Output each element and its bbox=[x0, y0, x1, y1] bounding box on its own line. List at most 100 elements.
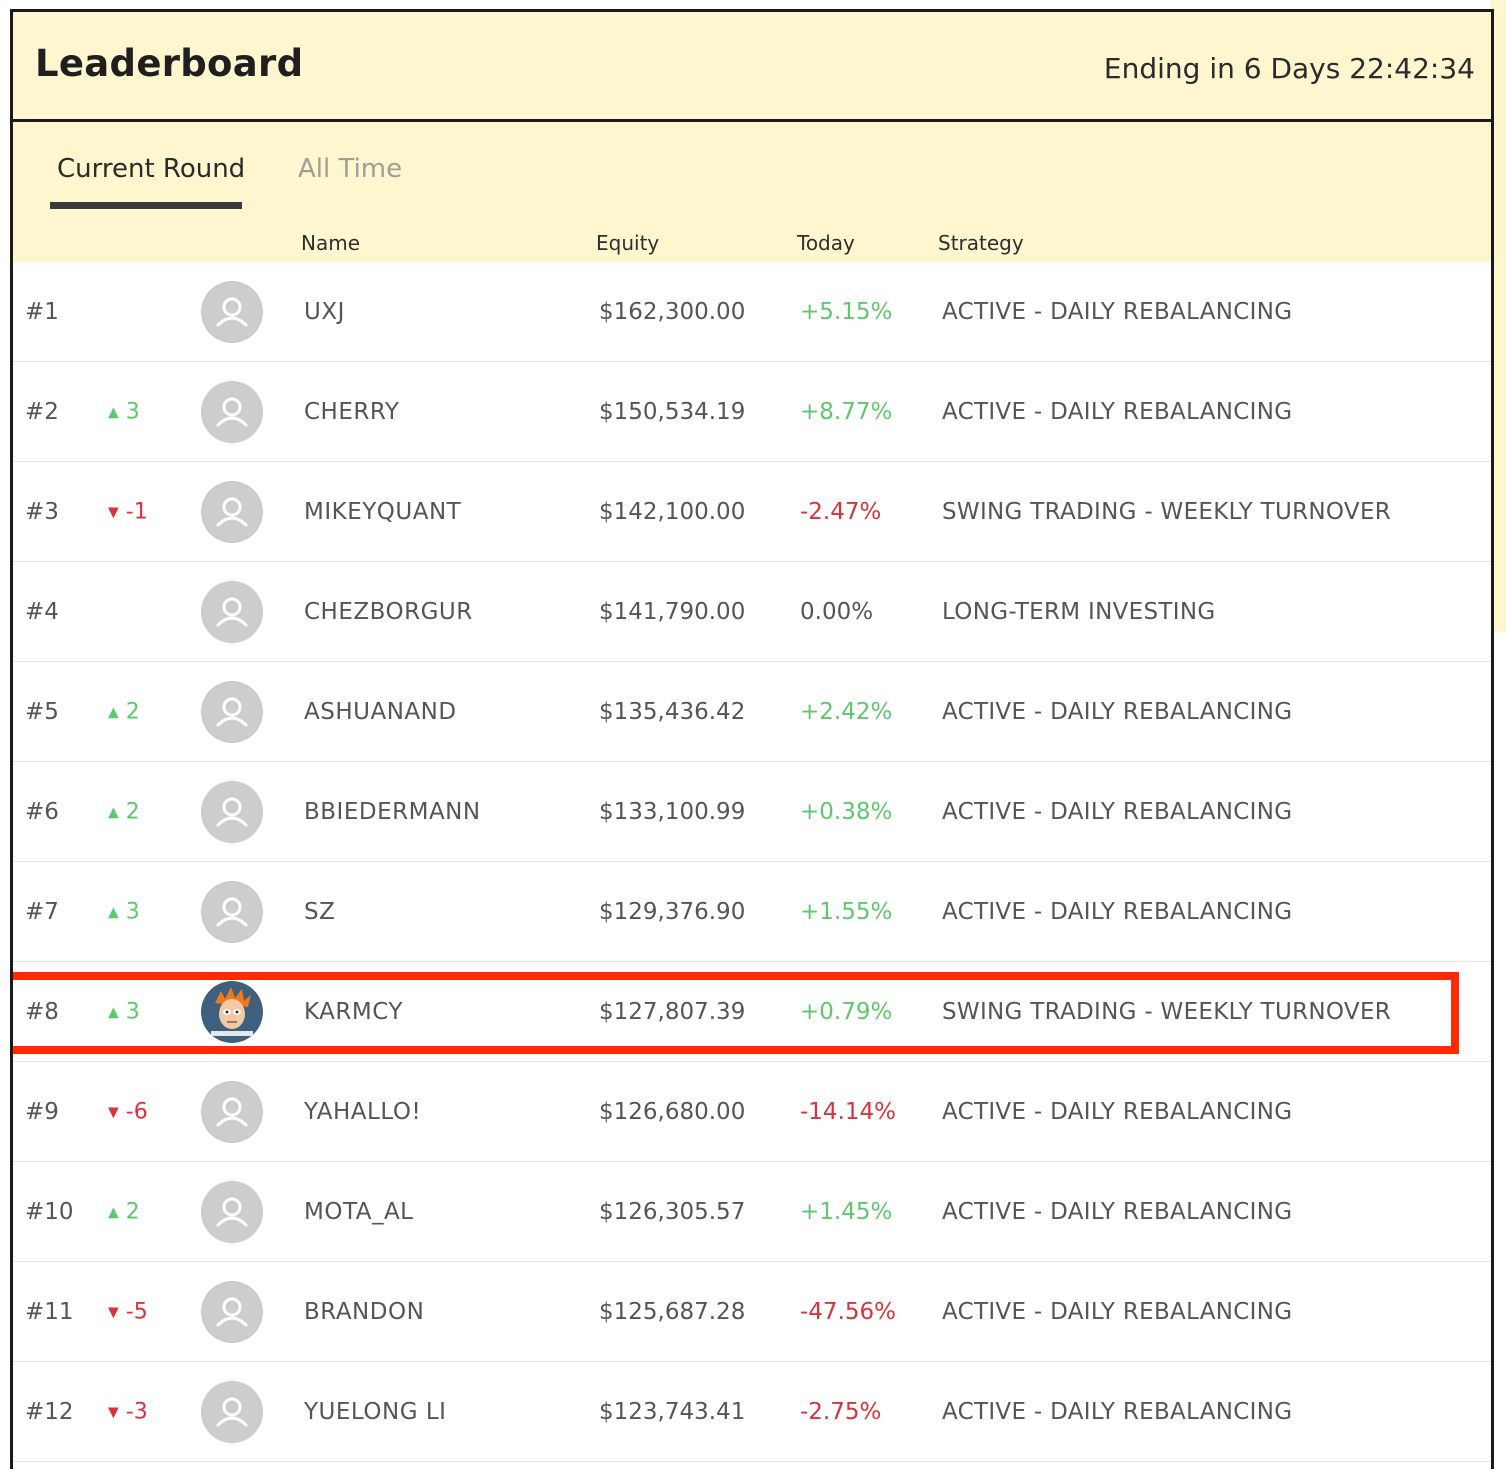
rank-label: #5 bbox=[25, 698, 59, 725]
equity-value: $150,534.19 bbox=[599, 398, 746, 425]
equity-value: $127,807.39 bbox=[599, 998, 746, 1025]
default-user-icon[interactable] bbox=[201, 680, 263, 743]
equity-value: $123,743.41 bbox=[599, 1398, 746, 1425]
rank-label: #8 bbox=[25, 998, 59, 1025]
player-name[interactable]: BBIEDERMANN bbox=[304, 799, 481, 825]
caret-up-icon: ▲ bbox=[108, 1204, 119, 1220]
table-row[interactable]: #8 ▲ 3 KARMCY $127,807.39 +0.79% SWING TRADING… bbox=[13, 962, 1491, 1062]
rank-change-value: -1 bbox=[125, 499, 148, 524]
strategy-label: ACTIVE - DAILY REBALANCING bbox=[942, 1298, 1293, 1325]
table-row[interactable]: #2 ▲ 3 CHERRY $150,534.19 +8.77% ACTIVE - DAIL… bbox=[13, 362, 1491, 462]
player-name[interactable]: SZ bbox=[304, 899, 335, 925]
table-row[interactable]: #5 ▲ 2 ASHUANAND $135,436.42 +2.42% ACTIVE - D… bbox=[13, 662, 1491, 762]
player-name[interactable]: CHERRY bbox=[304, 399, 399, 425]
table-row[interactable]: #3 ▼ -1 MIKEYQUANT $142,100.00 -2.47% SWING TR… bbox=[13, 462, 1491, 562]
tabs-and-column-headers: Current Round All Time Name Equity Today… bbox=[13, 122, 1491, 262]
table-row[interactable]: #11 ▼ -5 BRANDON $125,687.28 -47.56% ACTIVE - … bbox=[13, 1262, 1491, 1362]
today-change: +0.79% bbox=[800, 998, 893, 1025]
rank-change: ▲ 2 bbox=[108, 1199, 140, 1224]
today-change: +2.42% bbox=[800, 698, 893, 725]
rank-label: #6 bbox=[25, 798, 59, 825]
equity-value: $162,300.00 bbox=[599, 298, 746, 325]
today-change: 0.00% bbox=[800, 598, 874, 625]
player-name[interactable]: BRANDON bbox=[304, 1299, 424, 1325]
default-user-icon[interactable] bbox=[201, 1180, 263, 1243]
column-header-equity[interactable]: Equity bbox=[596, 231, 659, 255]
rank-change-value: 3 bbox=[125, 399, 140, 424]
table-row[interactable]: #10 ▲ 2 MOTA_AL $126,305.57 +1.45% ACTIVE - DA… bbox=[13, 1162, 1491, 1262]
player-name[interactable]: ASHUANAND bbox=[304, 699, 457, 725]
leaderboard-header: Leaderboard Ending in 6 Days 22:42:34 bbox=[13, 12, 1491, 122]
player-name[interactable]: YUELONG LI bbox=[304, 1399, 446, 1425]
rank-change: ▼ -6 bbox=[108, 1099, 148, 1124]
leaderboard-panel: Leaderboard Ending in 6 Days 22:42:34 Cu… bbox=[10, 9, 1494, 1469]
default-user-icon[interactable] bbox=[201, 1380, 263, 1443]
rank-change: ▲ 3 bbox=[108, 999, 140, 1024]
table-row[interactable]: #1 UXJ $162,300.00 +5.15% ACTIVE - DAILY REB… bbox=[13, 262, 1491, 362]
caret-up-icon: ▲ bbox=[108, 904, 119, 920]
strategy-label: SWING TRADING - WEEKLY TURNOVER bbox=[942, 998, 1392, 1025]
today-change: -2.47% bbox=[800, 498, 882, 525]
rank-change: ▲ 3 bbox=[108, 399, 140, 424]
default-user-icon[interactable] bbox=[201, 280, 263, 343]
default-user-icon[interactable] bbox=[201, 580, 263, 643]
player-name[interactable]: YAHALLO! bbox=[304, 1099, 421, 1125]
caret-down-icon: ▼ bbox=[108, 504, 119, 520]
rank-change-value: -3 bbox=[125, 1399, 148, 1424]
rank-label: #10 bbox=[25, 1198, 74, 1225]
default-user-icon[interactable] bbox=[201, 780, 263, 843]
user-avatar[interactable] bbox=[201, 980, 263, 1043]
rank-change: ▼ -3 bbox=[108, 1399, 148, 1424]
today-change: -2.75% bbox=[800, 1398, 882, 1425]
equity-value: $126,680.00 bbox=[599, 1098, 746, 1125]
rank-change: ▲ 2 bbox=[108, 699, 140, 724]
tab-current-round[interactable]: Current Round bbox=[57, 154, 245, 184]
equity-value: $129,376.90 bbox=[599, 898, 746, 925]
today-change: -14.14% bbox=[800, 1098, 896, 1125]
strategy-label: ACTIVE - DAILY REBALANCING bbox=[942, 898, 1293, 925]
default-user-icon[interactable] bbox=[201, 480, 263, 543]
player-name[interactable]: CHEZBORGUR bbox=[304, 599, 473, 625]
equity-value: $125,687.28 bbox=[599, 1298, 746, 1325]
rank-label: #1 bbox=[25, 298, 59, 325]
rank-change: ▲ 3 bbox=[108, 899, 140, 924]
rank-change-value: -6 bbox=[125, 1099, 148, 1124]
default-user-icon[interactable] bbox=[201, 1280, 263, 1343]
default-user-icon[interactable] bbox=[201, 380, 263, 443]
active-tab-indicator bbox=[50, 202, 242, 209]
rank-change-value: 3 bbox=[125, 899, 140, 924]
player-name[interactable]: UXJ bbox=[304, 299, 345, 325]
caret-down-icon: ▼ bbox=[108, 1304, 119, 1320]
today-change: -47.56% bbox=[800, 1298, 896, 1325]
rank-change-value: 2 bbox=[125, 799, 140, 824]
equity-value: $133,100.99 bbox=[599, 798, 746, 825]
strategy-label: SWING TRADING - WEEKLY TURNOVER bbox=[942, 498, 1392, 525]
rank-label: #4 bbox=[25, 598, 59, 625]
default-user-icon[interactable] bbox=[201, 1080, 263, 1143]
table-row[interactable]: #6 ▲ 2 BBIEDERMANN $133,100.99 +0.38% ACTIVE -… bbox=[13, 762, 1491, 862]
rank-change-value: 3 bbox=[125, 999, 140, 1024]
player-name[interactable]: MOTA_AL bbox=[304, 1199, 414, 1225]
table-row[interactable]: #9 ▼ -6 YAHALLO! $126,680.00 -14.14% ACTIVE - … bbox=[13, 1062, 1491, 1162]
column-header-name[interactable]: Name bbox=[301, 231, 360, 255]
table-row[interactable]: #7 ▲ 3 SZ $129,376.90 +1.55% ACTIVE - DAILY RE… bbox=[13, 862, 1491, 962]
table-row[interactable]: #4 CHEZBORGUR $141,790.00 0.00% LONG-TERM IN… bbox=[13, 562, 1491, 662]
strategy-label: ACTIVE - DAILY REBALANCING bbox=[942, 298, 1293, 325]
rank-label: #2 bbox=[25, 398, 59, 425]
default-user-icon[interactable] bbox=[201, 880, 263, 943]
caret-up-icon: ▲ bbox=[108, 1004, 119, 1020]
rank-label: #7 bbox=[25, 898, 59, 925]
strategy-label: ACTIVE - DAILY REBALANCING bbox=[942, 1398, 1293, 1425]
today-change: +1.55% bbox=[800, 898, 893, 925]
round-countdown: Ending in 6 Days 22:42:34 bbox=[1103, 52, 1475, 85]
caret-up-icon: ▲ bbox=[108, 404, 119, 420]
tab-all-time[interactable]: All Time bbox=[298, 154, 402, 184]
strategy-label: LONG-TERM INVESTING bbox=[942, 598, 1216, 625]
column-header-strategy[interactable]: Strategy bbox=[938, 231, 1024, 255]
player-name[interactable]: KARMCY bbox=[304, 999, 403, 1025]
player-name[interactable]: MIKEYQUANT bbox=[304, 499, 461, 525]
leaderboard-table: #1 UXJ $162,300.00 +5.15% ACTIVE - DAILY REB… bbox=[13, 262, 1491, 1462]
equity-value: $141,790.00 bbox=[599, 598, 746, 625]
column-header-today[interactable]: Today bbox=[797, 231, 855, 255]
table-row[interactable]: #12 ▼ -3 YUELONG LI $123,743.41 -2.75% ACTIVE … bbox=[13, 1362, 1491, 1462]
